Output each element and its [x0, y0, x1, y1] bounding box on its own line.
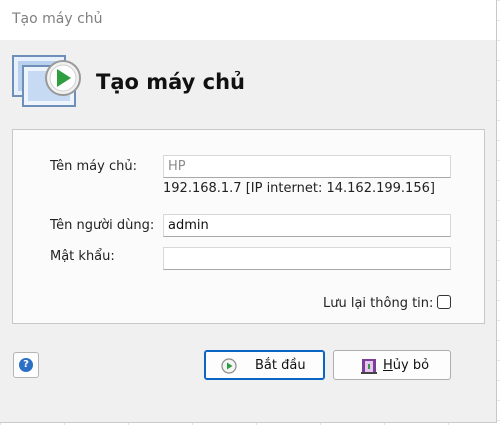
password-label: Mật khẩu: [50, 249, 115, 264]
cancel-button-label: Hủy bỏ [383, 358, 429, 373]
password-input[interactable] [163, 247, 451, 270]
server-play-icon [12, 55, 81, 107]
username-input[interactable]: admin [163, 214, 451, 237]
create-server-dialog: Tạo máy chủ Tạo máy chủ Tên máy chủ: HP … [0, 0, 497, 423]
connection-form: Tên máy chủ: HP 192.168.1.7 [IP internet… [12, 129, 485, 324]
ip-info-text: 192.168.1.7 [IP internet: 14.162.199.156… [163, 181, 435, 196]
save-info-label: Lưu lại thông tin: [323, 296, 434, 311]
cancel-mnemonic: H [383, 358, 393, 373]
window-title: Tạo máy chủ [12, 11, 103, 27]
cancel-label-rest: ủy bỏ [392, 358, 430, 373]
server-name-label: Tên máy chủ: [50, 159, 137, 174]
save-info-checkbox[interactable] [437, 295, 451, 309]
exit-door-icon [361, 359, 377, 374]
username-label: Tên người dùng: [50, 218, 155, 233]
help-button[interactable]: ? [13, 352, 39, 378]
start-button[interactable]: Bắt đầu [204, 350, 325, 380]
dialog-header: Tạo máy chủ [0, 40, 496, 130]
question-icon: ? [19, 358, 33, 372]
start-button-label: Bắt đầu [255, 358, 306, 373]
dialog-heading: Tạo máy chủ [96, 70, 245, 94]
play-icon [221, 358, 237, 374]
title-bar: Tạo máy chủ [0, 0, 496, 40]
server-name-input[interactable]: HP [163, 155, 451, 178]
cancel-button[interactable]: Hủy bỏ [333, 350, 451, 380]
